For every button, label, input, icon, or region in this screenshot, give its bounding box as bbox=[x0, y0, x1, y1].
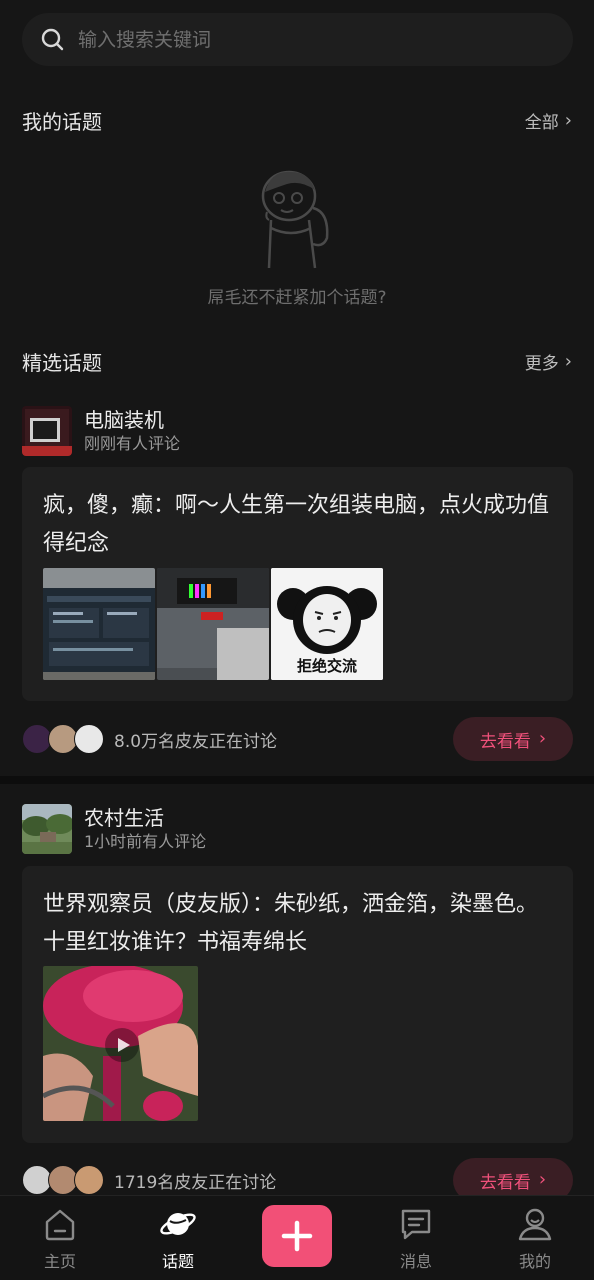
topic-last-activity: 刚刚有人评论 bbox=[84, 434, 181, 453]
discussion-row: 8.0万名皮友正在讨论 去看看 › bbox=[22, 717, 573, 761]
topic-avatar bbox=[22, 406, 72, 456]
tab-label: 话题 bbox=[161, 1252, 194, 1271]
topic-header[interactable]: 农村生活 1小时前有人评论 bbox=[22, 803, 206, 855]
chevron-right-icon: › bbox=[564, 350, 572, 372]
post-video[interactable] bbox=[43, 966, 198, 1121]
tab-topics[interactable]: 话题 bbox=[138, 1196, 218, 1280]
go-view-button[interactable]: 去看看 › bbox=[453, 717, 573, 761]
go-view-label: 去看看 bbox=[479, 1172, 531, 1193]
more-topics-link[interactable]: 更多 › bbox=[525, 349, 572, 374]
empty-state-illustration bbox=[261, 170, 329, 269]
topic-name: 农村生活 bbox=[84, 806, 164, 830]
plus-icon bbox=[281, 1220, 313, 1252]
participant-avatars bbox=[22, 1164, 104, 1196]
topics-page: 我的话题 全部 › 屌毛还不赶紧加个话题? 精选话题 更多 › bbox=[0, 0, 594, 1280]
post-title: 世界观察员（皮友版）：朱砂纸，洒金箔，染墨色。十里红妆谁许？书福寿绵长 bbox=[43, 892, 539, 955]
chevron-right-icon: › bbox=[538, 728, 547, 749]
tab-label: 消息 bbox=[399, 1252, 432, 1271]
planet-icon bbox=[160, 1213, 196, 1235]
tab-label: 我的 bbox=[518, 1252, 551, 1271]
post-card[interactable]: 疯，傻，癫：啊～人生第一次组装电脑，点火成功值得纪念 拒绝交流 bbox=[22, 467, 573, 701]
more-topics-label: 更多 bbox=[524, 354, 559, 374]
featured-topics-title: 精选话题 bbox=[22, 351, 102, 375]
bottom-tab-bar: 主页 话题 消息 我的 bbox=[0, 1195, 594, 1280]
all-topics-link[interactable]: 全部 › bbox=[525, 108, 572, 133]
publish-button[interactable] bbox=[262, 1205, 332, 1267]
post-card[interactable]: 世界观察员（皮友版）：朱砂纸，洒金箔，染墨色。十里红妆谁许？书福寿绵长 bbox=[22, 866, 573, 1143]
tab-home[interactable]: 主页 bbox=[20, 1196, 100, 1280]
chevron-right-icon: › bbox=[538, 1169, 547, 1190]
empty-state-text: 屌毛还不赶紧加个话题? bbox=[207, 288, 387, 308]
post-image[interactable] bbox=[157, 568, 269, 680]
topic-last-activity: 1小时前有人评论 bbox=[84, 832, 207, 851]
search-bar[interactable] bbox=[22, 13, 573, 66]
meme-caption: 拒绝交流 bbox=[296, 657, 357, 675]
topic-card: 电脑装机 刚刚有人评论 疯，傻，癫：啊～人生第一次组装电脑，点火成功值得纪念 拒… bbox=[0, 405, 594, 775]
all-topics-label: 全部 bbox=[524, 113, 559, 133]
topic-name: 电脑装机 bbox=[84, 408, 164, 432]
post-image-meme[interactable]: 拒绝交流 bbox=[271, 568, 383, 680]
avatar bbox=[74, 1165, 104, 1195]
my-topics-title: 我的话题 bbox=[22, 110, 102, 134]
topic-card: 农村生活 1小时前有人评论 世界观察员（皮友版）：朱砂纸，洒金箔，染墨色。十里红… bbox=[0, 803, 594, 1202]
home-icon bbox=[45, 1209, 75, 1241]
discussion-count: 1719名皮友正在讨论 bbox=[114, 1172, 277, 1193]
topic-header[interactable]: 电脑装机 刚刚有人评论 bbox=[22, 405, 180, 457]
chevron-right-icon: › bbox=[564, 109, 572, 131]
tab-messages[interactable]: 消息 bbox=[376, 1196, 456, 1280]
post-title: 疯，傻，癫：啊～人生第一次组装电脑，点火成功值得纪念 bbox=[43, 493, 550, 556]
go-view-label: 去看看 bbox=[479, 731, 531, 752]
post-images bbox=[43, 966, 198, 1121]
search-input[interactable] bbox=[78, 28, 518, 51]
tab-profile[interactable]: 我的 bbox=[495, 1196, 575, 1280]
topic-avatar bbox=[22, 804, 72, 854]
post-image[interactable] bbox=[43, 568, 155, 680]
tab-label: 主页 bbox=[43, 1252, 76, 1271]
post-images: 拒绝交流 bbox=[43, 568, 383, 680]
message-icon bbox=[401, 1209, 431, 1240]
play-icon bbox=[105, 1028, 139, 1062]
participant-avatars bbox=[22, 723, 104, 755]
discussion-count: 8.0万名皮友正在讨论 bbox=[114, 731, 278, 752]
profile-icon bbox=[518, 1208, 552, 1241]
search-icon bbox=[41, 28, 64, 50]
section-divider bbox=[0, 776, 594, 784]
avatar bbox=[74, 724, 104, 754]
